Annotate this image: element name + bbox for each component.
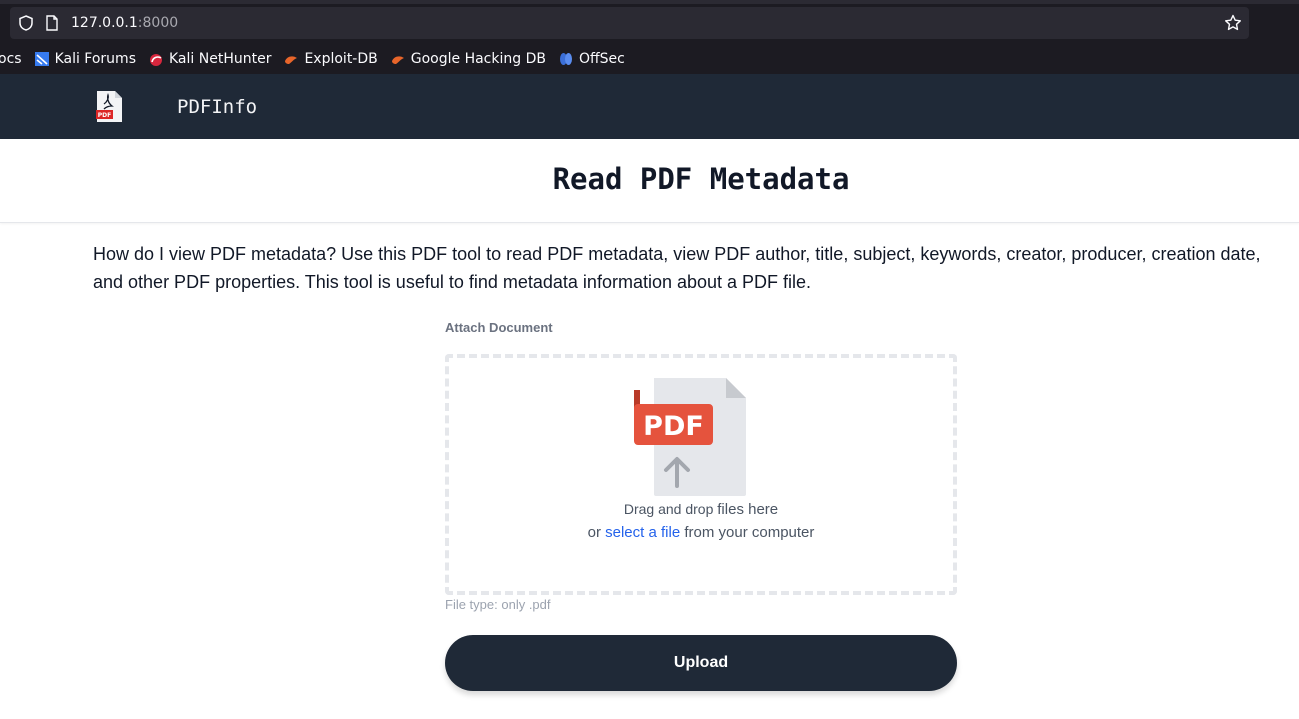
shield-icon[interactable] bbox=[17, 14, 35, 32]
bookmark-exploit-db[interactable]: Exploit-DB bbox=[283, 51, 378, 67]
select-file-text: or select a file from your computer bbox=[587, 524, 815, 541]
page-info-icon[interactable] bbox=[44, 14, 60, 32]
address-bar[interactable]: 127.0.0.1:8000 bbox=[10, 7, 1249, 39]
browser-chrome: 127.0.0.1:8000 ocs Kali Forums Kali NetH… bbox=[0, 0, 1299, 74]
kali-nethunter-icon bbox=[150, 54, 162, 66]
title-band: Read PDF Metadata bbox=[0, 139, 1299, 223]
svg-text:PDF: PDF bbox=[643, 411, 704, 442]
bookmark-docs[interactable]: ocs bbox=[0, 51, 22, 67]
file-type-hint: File type: only .pdf bbox=[445, 597, 551, 612]
bookmark-star-icon[interactable] bbox=[1223, 13, 1243, 33]
chrome-top-strip bbox=[0, 0, 1299, 4]
exploit-db-icon bbox=[285, 56, 298, 64]
select-file-link[interactable]: select a file bbox=[605, 524, 680, 541]
kali-forums-icon bbox=[34, 52, 49, 66]
page-description: How do I view PDF metadata? Use this PDF… bbox=[93, 244, 1261, 292]
bookmark-google-hacking-db[interactable]: Google Hacking DB bbox=[390, 51, 546, 67]
bookmark-kali-nethunter[interactable]: Kali NetHunter bbox=[148, 51, 271, 67]
site-header: PDF PDFInfo bbox=[0, 74, 1299, 139]
file-dropzone[interactable]: PDF Drag and drop files here or select a… bbox=[445, 354, 957, 595]
url-text[interactable]: 127.0.0.1:8000 bbox=[71, 14, 178, 32]
svg-text:PDF: PDF bbox=[98, 112, 111, 119]
pdf-file-icon[interactable]: PDF bbox=[95, 90, 124, 123]
bookmark-kali-forums[interactable]: Kali Forums bbox=[34, 51, 136, 67]
attach-document-label: Attach Document bbox=[445, 320, 553, 335]
drag-drop-text: Drag and drop files here bbox=[623, 501, 779, 518]
pdf-upload-icon: PDF bbox=[634, 378, 746, 496]
page-title: Read PDF Metadata bbox=[552, 162, 850, 196]
offsec-icon bbox=[559, 53, 572, 65]
bookmarks-toolbar: ocs Kali Forums Kali NetHunter Exploit-D… bbox=[0, 46, 637, 72]
ghdb-icon bbox=[391, 56, 404, 64]
upload-button[interactable]: Upload bbox=[445, 635, 957, 691]
brand-name[interactable]: PDFInfo bbox=[177, 96, 257, 118]
bookmark-offsec[interactable]: OffSec bbox=[558, 51, 625, 67]
